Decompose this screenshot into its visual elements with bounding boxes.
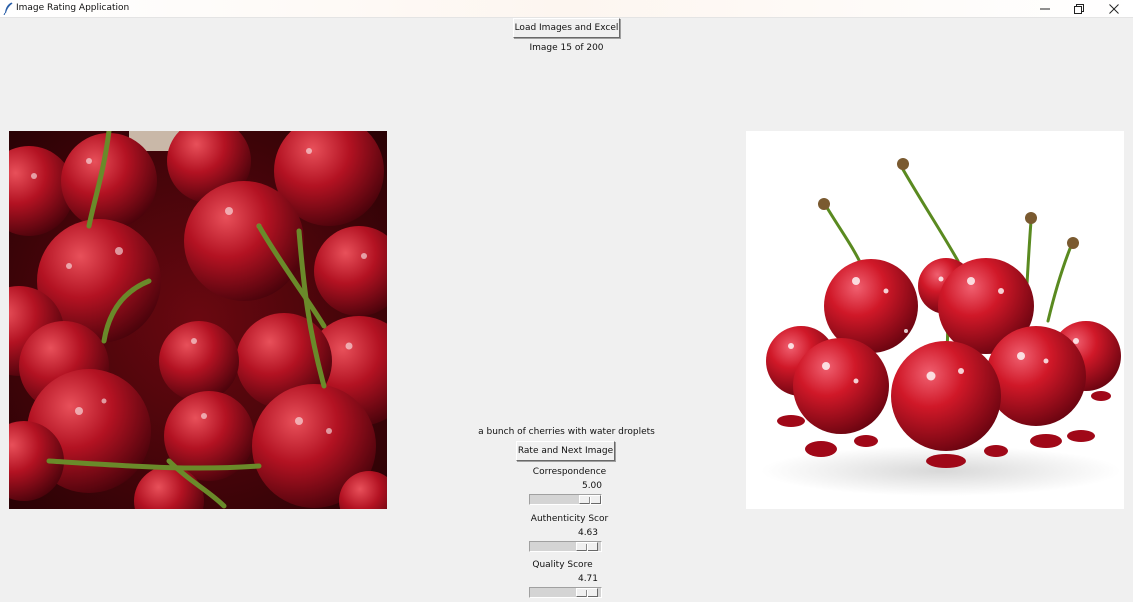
quality-label: Quality Score — [532, 560, 593, 570]
window-titlebar[interactable]: Image Rating Application — [0, 0, 1133, 18]
correspondence-label: Correspondence — [532, 467, 607, 477]
load-images-button[interactable]: Load Images and Excel — [513, 18, 620, 38]
minimize-button[interactable] — [1028, 0, 1062, 17]
cherries-on-white-image — [761, 158, 1121, 496]
rate-next-button[interactable]: Rate and Next Image — [516, 441, 615, 461]
correspondence-slider-handle[interactable] — [579, 495, 601, 504]
authenticity-slider[interactable] — [529, 541, 602, 552]
window-title: Image Rating Application — [16, 3, 130, 13]
close-button[interactable] — [1097, 0, 1131, 17]
right-image — [746, 131, 1124, 509]
close-icon — [1109, 3, 1119, 14]
quality-slider-handle[interactable] — [576, 588, 598, 597]
quality-value: 4.71 — [577, 574, 599, 584]
image-caption: a bunch of cherries with water droplets — [478, 427, 655, 437]
minimize-icon — [1040, 8, 1050, 9]
cherries-closeup-image — [9, 131, 387, 509]
authenticity-label: Authenticity Scor — [530, 514, 609, 524]
quality-slider[interactable] — [529, 587, 602, 598]
restore-icon — [1074, 3, 1084, 14]
feather-icon — [3, 2, 13, 15]
authenticity-slider-handle[interactable] — [576, 542, 598, 551]
correspondence-slider[interactable] — [529, 494, 602, 505]
authenticity-value: 4.63 — [577, 528, 599, 538]
maximize-button[interactable] — [1062, 0, 1096, 17]
image-progress-label: Image 15 of 200 — [529, 43, 604, 53]
left-image — [9, 131, 387, 509]
correspondence-value: 5.00 — [581, 481, 603, 491]
